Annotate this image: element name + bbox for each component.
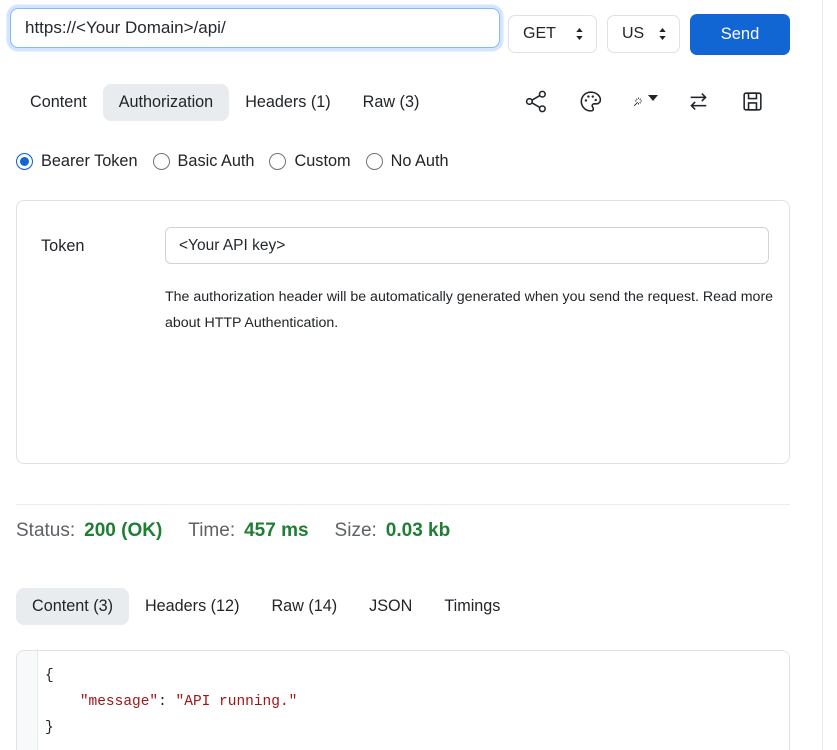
updown-arrows-icon xyxy=(573,26,586,42)
caret-down-icon xyxy=(648,95,658,101)
response-summary: Status: 200 (OK) Time: 457 ms Size: 0.03… xyxy=(16,520,450,542)
size-label: Size: xyxy=(335,520,377,542)
share-icon[interactable] xyxy=(524,88,550,114)
size-stat: Size: 0.03 kb xyxy=(335,520,451,542)
radio-circle-checked xyxy=(16,153,33,170)
json-value: "API running." xyxy=(176,694,298,710)
radio-label: Custom xyxy=(294,152,350,171)
tab-response-json[interactable]: JSON xyxy=(353,588,428,625)
tab-headers[interactable]: Headers (1) xyxy=(229,84,346,121)
tab-response-timings[interactable]: Timings xyxy=(428,588,516,625)
url-input[interactable] xyxy=(10,8,500,48)
updown-arrows-icon xyxy=(656,26,669,42)
status-label: Status: xyxy=(16,520,75,542)
json-response: { "message": "API running." } xyxy=(45,663,789,741)
radio-circle xyxy=(269,153,286,170)
radio-no-auth[interactable]: No Auth xyxy=(366,152,449,171)
radio-circle xyxy=(366,153,383,170)
region-select-value: US xyxy=(622,25,644,43)
tab-response-raw[interactable]: Raw (14) xyxy=(255,588,353,625)
response-tabs: Content (3) Headers (12) Raw (14) JSON T… xyxy=(16,588,516,625)
auth-type-options: Bearer Token Basic Auth Custom No Auth xyxy=(16,152,449,171)
radio-custom[interactable]: Custom xyxy=(269,152,350,171)
request-toolbar xyxy=(524,88,766,114)
tab-authorization[interactable]: Authorization xyxy=(103,84,230,121)
status-value: 200 (OK) xyxy=(84,520,162,542)
method-select-value: GET xyxy=(523,25,556,43)
magic-wand-dropdown[interactable] xyxy=(632,88,658,114)
palette-icon[interactable] xyxy=(578,88,604,114)
token-label: Token xyxy=(41,237,84,256)
region-select[interactable]: US xyxy=(607,15,680,53)
radio-circle xyxy=(153,153,170,170)
tab-content[interactable]: Content xyxy=(14,84,103,121)
token-panel: Token The authorization header will be a… xyxy=(16,200,790,464)
tab-response-content[interactable]: Content (3) xyxy=(16,588,129,625)
swap-arrows-icon[interactable] xyxy=(686,88,712,114)
magic-wand-icon xyxy=(632,89,645,114)
response-body-card: { "message": "API running." } xyxy=(16,650,790,750)
response-body-code: { "message": "API running." } xyxy=(37,651,789,750)
size-value: 0.03 kb xyxy=(386,520,450,542)
right-edge-divider xyxy=(822,0,823,750)
radio-label: No Auth xyxy=(391,152,449,171)
time-value: 457 ms xyxy=(244,520,308,542)
response-divider xyxy=(16,504,790,505)
method-select[interactable]: GET xyxy=(508,15,597,53)
json-key: "message" xyxy=(80,694,158,710)
time-stat: Time: 457 ms xyxy=(188,520,308,542)
request-tabs: Content Authorization Headers (1) Raw (3… xyxy=(14,84,435,121)
token-input[interactable] xyxy=(165,227,769,264)
api-tester-page: GET US Send Content Authorization Header… xyxy=(0,0,837,750)
radio-label: Basic Auth xyxy=(178,152,255,171)
send-button[interactable]: Send xyxy=(690,14,790,55)
token-help-text: The authorization header will be automat… xyxy=(165,285,777,336)
radio-bearer-token[interactable]: Bearer Token xyxy=(16,152,138,171)
status-stat: Status: 200 (OK) xyxy=(16,520,162,542)
radio-label: Bearer Token xyxy=(41,152,138,171)
tab-raw[interactable]: Raw (3) xyxy=(347,84,436,121)
save-icon[interactable] xyxy=(740,88,766,114)
tab-response-headers[interactable]: Headers (12) xyxy=(129,588,255,625)
time-label: Time: xyxy=(188,520,235,542)
radio-basic-auth[interactable]: Basic Auth xyxy=(153,152,255,171)
